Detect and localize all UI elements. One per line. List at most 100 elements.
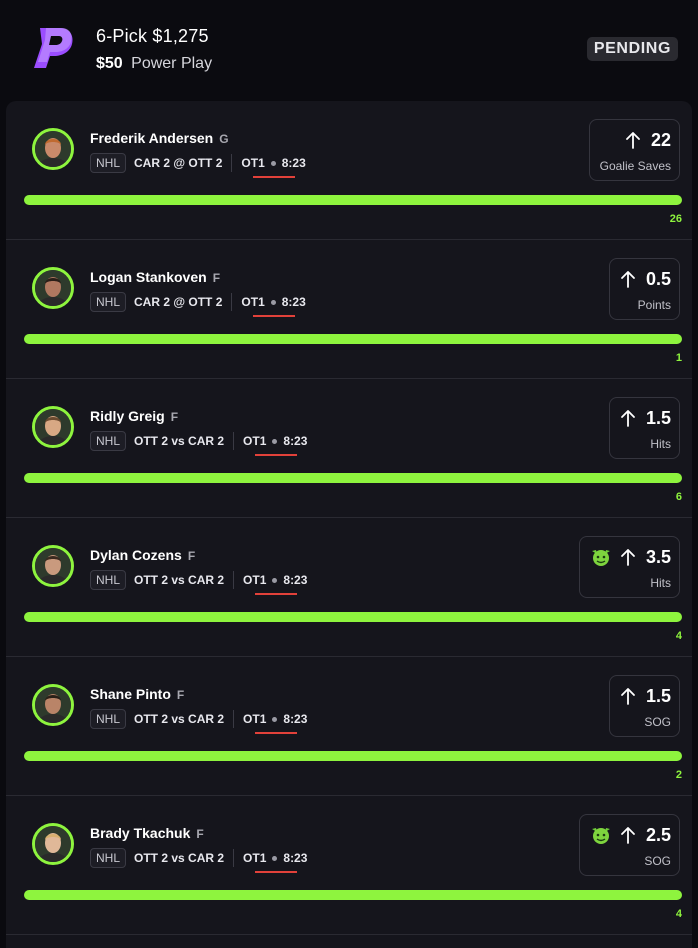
player-position: G [219, 132, 229, 146]
game-period: OT1 [243, 434, 267, 448]
matchup: OTT 2 vs CAR 2 [134, 573, 225, 587]
game-meta: NHL OTT 2 vs CAR 2 OT1 8:23 [90, 570, 307, 590]
stat-type-label: Goalie Saves [599, 159, 671, 173]
progress-bar [24, 751, 682, 761]
arrow-up-icon [621, 549, 635, 566]
player-position: F [196, 827, 204, 841]
progress-bar [24, 473, 682, 483]
live-indicator-underline [255, 454, 298, 456]
game-meta: NHL CAR 2 @ OTT 2 OT1 8:23 [90, 292, 306, 312]
projection-line: 1.5 [620, 684, 671, 708]
progress-bar [24, 334, 682, 344]
progress-bar [24, 195, 682, 205]
live-indicator-underline [253, 315, 296, 317]
divider [231, 154, 233, 172]
projection-box[interactable]: 0.5 Points [608, 258, 680, 320]
entry-header: 6-Pick $1,275 $50 Power Play PENDING [0, 0, 698, 100]
divider [233, 710, 235, 728]
game-clock: 8:23 [281, 156, 306, 170]
entry-amount: $50 [96, 55, 123, 72]
player-avatar [32, 545, 74, 587]
league-tag: NHL [90, 431, 127, 451]
player-avatar [32, 684, 74, 726]
projection-box[interactable]: 3.5 Hits [578, 536, 680, 598]
live-dot-icon [272, 577, 278, 583]
player-position: F [212, 271, 221, 285]
stat-type-label: Hits [650, 437, 671, 451]
arrow-up-icon [621, 827, 635, 844]
live-indicator-underline [253, 176, 296, 178]
progress-bar [24, 890, 682, 900]
game-meta: NHL OTT 2 vs CAR 2 OT1 8:23 [90, 431, 307, 451]
projection-box[interactable]: 1.5 Hits [608, 397, 680, 459]
matchup: CAR 2 @ OTT 2 [134, 156, 223, 170]
projection-line: 1.5 [620, 406, 671, 430]
game-clock: 8:23 [283, 434, 308, 448]
picks-card: Frederik Andersen G NHL CAR 2 @ OTT 2 OT1 8:2… [6, 101, 692, 948]
stat-type-label: Hits [650, 576, 671, 590]
projection-value: 3.5 [645, 546, 671, 567]
player-avatar [32, 823, 74, 865]
actual-stat-value: 4 [675, 630, 682, 642]
live-dot-icon [272, 855, 278, 861]
divider [233, 571, 235, 589]
player-name-text: Dylan Cozens [90, 547, 182, 563]
live-dot-icon [272, 716, 278, 722]
pick-row[interactable]: Ridly Greig F NHL OTT 2 vs CAR 2 OT1 8:23 1.5 H… [6, 379, 692, 518]
player-avatar [32, 128, 74, 170]
divider [231, 293, 233, 311]
player-position: F [170, 410, 179, 424]
arrow-up-icon [621, 410, 635, 427]
stat-type-label: SOG [644, 715, 671, 729]
game-period: OT1 [243, 851, 267, 865]
goblin-icon [591, 550, 610, 566]
player-name: Dylan Cozens F [90, 547, 195, 563]
matchup: OTT 2 vs CAR 2 [134, 712, 225, 726]
projection-value: 2.5 [645, 824, 671, 845]
pick-row[interactable]: Logan Stankoven F NHL CAR 2 @ OTT 2 OT1 8:23 0… [6, 240, 692, 379]
player-avatar [32, 406, 74, 448]
projection-box[interactable]: 22 Goalie Saves [588, 119, 680, 181]
league-tag: NHL [90, 153, 127, 173]
play-type: Power Play [131, 55, 213, 72]
divider [233, 432, 235, 450]
game-clock: 8:23 [283, 573, 308, 587]
matchup: OTT 2 vs CAR 2 [134, 434, 225, 448]
actual-stat-value: 26 [669, 213, 682, 225]
pick-row[interactable]: Brady Tkachuk F NHL OTT 2 vs CAR 2 OT1 8:23 2.… [6, 796, 692, 935]
pick-row[interactable]: Dylan Cozens F NHL OTT 2 vs CAR 2 OT1 8:23 3.5… [6, 518, 692, 657]
progress-bar [24, 612, 682, 622]
player-avatar [32, 267, 74, 309]
projection-value: 1.5 [645, 407, 671, 428]
matchup: CAR 2 @ OTT 2 [134, 295, 223, 309]
projection-value: 0.5 [645, 268, 671, 289]
pick-row[interactable]: Frederik Andersen G NHL CAR 2 @ OTT 2 OT1 8:2… [6, 101, 692, 240]
projection-value: 1.5 [645, 685, 671, 706]
game-meta: NHL CAR 2 @ OTT 2 OT1 8:23 [90, 153, 306, 173]
player-name: Shane Pinto F [90, 686, 184, 702]
game-meta: NHL OTT 2 vs CAR 2 OT1 8:23 [90, 709, 307, 729]
player-position: F [187, 549, 196, 563]
player-name: Logan Stankoven F [90, 269, 220, 285]
player-name-text: Ridly Greig [90, 408, 165, 424]
stat-type-label: Points [637, 298, 671, 312]
live-indicator-underline [255, 732, 298, 734]
live-dot-icon [270, 299, 276, 305]
arrow-up-icon [621, 271, 635, 288]
projection-box[interactable]: 1.5 SOG [608, 675, 680, 737]
player-position: F [176, 688, 185, 702]
game-meta: NHL OTT 2 vs CAR 2 OT1 8:23 [90, 848, 307, 868]
player-name-text: Shane Pinto [90, 686, 171, 702]
pick-row[interactable]: Shane Pinto F NHL OTT 2 vs CAR 2 OT1 8:23 1.5 S… [6, 657, 692, 796]
projection-line: 2.5 [590, 823, 671, 847]
status-badge: PENDING [586, 37, 678, 61]
projection-box[interactable]: 2.5 SOG [578, 814, 680, 876]
live-indicator-underline [255, 593, 298, 595]
player-name-text: Brady Tkachuk [90, 825, 191, 841]
game-period: OT1 [241, 295, 265, 309]
player-name: Frederik Andersen G [90, 130, 229, 146]
matchup: OTT 2 vs CAR 2 [134, 851, 225, 865]
game-period: OT1 [241, 156, 265, 170]
projection-line: 3.5 [590, 545, 671, 569]
entry-title: 6-Pick $1,275 [96, 26, 209, 46]
